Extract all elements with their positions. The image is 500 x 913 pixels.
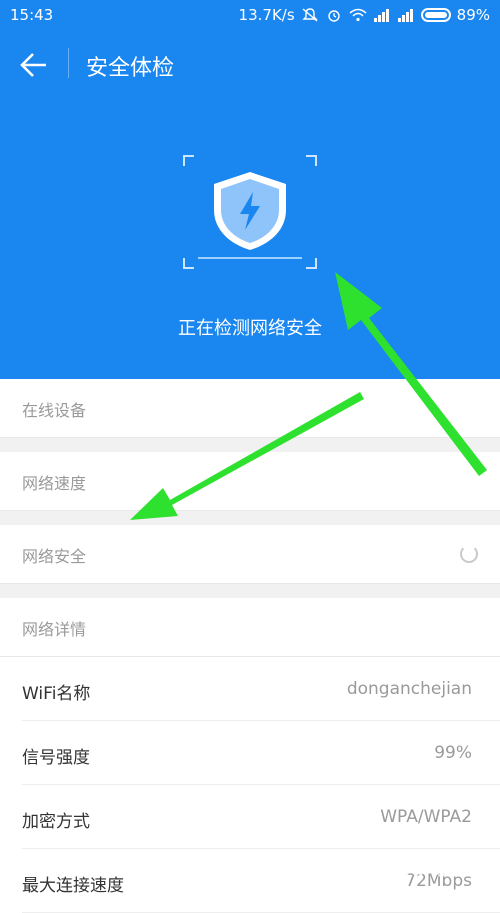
detail-row-encryption: 加密方式 WPA/WPA2 — [22, 785, 500, 849]
detail-row-wifi-name: WiFi名称 donganchejian — [22, 657, 500, 721]
details-section-header: 网络详情 — [0, 598, 500, 657]
shield-scan-graphic — [183, 155, 317, 269]
signal-icon-2 — [397, 9, 413, 22]
detail-row-signal-strength: 信号强度 99% — [22, 721, 500, 785]
check-item-label: 在线设备 — [22, 401, 87, 420]
detail-value: 99% — [434, 743, 472, 763]
signal-icon-1 — [373, 9, 389, 22]
battery-icon — [420, 8, 451, 22]
detail-key: 信号强度 — [22, 748, 90, 768]
detail-key: WiFi名称 — [22, 684, 91, 704]
details-section-title: 网络详情 — [22, 620, 87, 639]
section-gap — [0, 511, 500, 525]
mute-bell-icon — [301, 8, 318, 22]
check-item-online-devices[interactable]: 在线设备 — [0, 379, 500, 438]
watermark-logo: Bai du 经验 — [354, 859, 470, 880]
check-list: 在线设备 网络速度 网络安全 网络详情 WiFi名称 donganchejian… — [0, 379, 500, 913]
section-gap — [0, 438, 500, 452]
check-item-network-speed[interactable]: 网络速度 — [0, 452, 500, 511]
detail-value: WPA/WPA2 — [380, 807, 472, 827]
section-gap — [0, 584, 500, 598]
detail-key: 加密方式 — [22, 812, 90, 832]
loading-spinner-icon — [460, 545, 478, 563]
scan-status-text: 正在检测网络安全 — [178, 318, 322, 339]
status-bar: 15:43 13.7K/s 89% — [0, 0, 500, 30]
title-bar: 安全体检 — [0, 36, 500, 92]
page-title: 安全体检 — [86, 56, 175, 81]
network-speed: 13.7K/s — [238, 6, 295, 24]
title-divider — [68, 48, 69, 78]
battery-percent: 89% — [456, 6, 490, 24]
check-item-network-security[interactable]: 网络安全 — [0, 525, 500, 584]
check-item-label: 网络速度 — [22, 474, 87, 493]
alarm-icon — [327, 10, 340, 22]
detail-value: donganchejian — [346, 679, 472, 699]
back-arrow-icon[interactable] — [18, 48, 52, 82]
status-icons: 13.7K/s 89% — [239, 6, 490, 24]
wifi-icon — [349, 8, 367, 22]
detail-key: 最大连接速度 — [22, 876, 124, 896]
status-time: 15:43 — [10, 6, 54, 24]
check-item-label: 网络安全 — [22, 547, 87, 566]
